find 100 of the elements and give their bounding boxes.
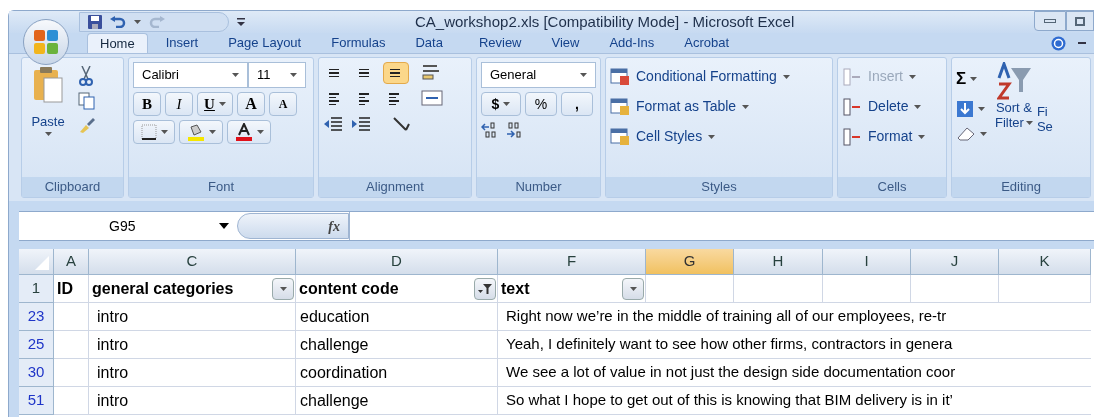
caret-icon [256, 130, 264, 134]
group-label: Cells [877, 178, 907, 197]
table-cell: So what I hope to get out of this is knowing that BIM delivery is in it’ [498, 387, 1091, 415]
font-name-field[interactable]: Calibri [133, 62, 248, 88]
caret-icon [580, 73, 587, 77]
caret-icon [218, 102, 226, 106]
sort-funnel-icon [996, 62, 1031, 100]
row-header[interactable]: 25 [19, 331, 54, 359]
caret-icon [708, 134, 716, 139]
styles-menu-button[interactable]: Format as Table [610, 96, 790, 117]
column-header[interactable]: J [911, 249, 999, 275]
table-icon [610, 67, 630, 86]
customize-icon[interactable] [237, 17, 245, 27]
borders-button[interactable] [133, 120, 175, 144]
row-header[interactable]: 30 [19, 359, 54, 387]
scissors-icon[interactable] [78, 66, 94, 86]
font-size-field[interactable]: 11 [248, 62, 306, 88]
table-cell: intro [89, 359, 296, 387]
group-label: Alignment [366, 178, 424, 197]
help-icon[interactable] [1051, 35, 1066, 51]
border-icon [140, 124, 157, 140]
insert-function-button[interactable]: fx [328, 215, 340, 237]
row-header[interactable]: 23 [19, 303, 54, 331]
cells-menu-button[interactable]: Delete [842, 96, 926, 117]
clipboard-icon [32, 66, 64, 104]
group-label: Number [515, 178, 562, 197]
ribbon-tab[interactable]: View [539, 33, 592, 53]
ribbon-tab[interactable]: Add-Ins [597, 33, 667, 53]
funnel-icon [478, 282, 492, 295]
font-color-button[interactable] [227, 120, 271, 144]
italic-button[interactable]: I [165, 92, 193, 116]
font-color-icon [234, 123, 253, 141]
shrink-font-button[interactable]: A [269, 92, 297, 116]
column-header[interactable]: F [498, 249, 646, 275]
fill-color-button[interactable] [179, 120, 223, 144]
bold-button[interactable]: B [133, 92, 161, 116]
ribbon-tab[interactable]: Data [403, 33, 455, 53]
styles-menu-button[interactable]: Conditional Formatting [610, 66, 790, 87]
ribbon-tab[interactable]: Home [87, 33, 148, 53]
increase-indent-icon[interactable] [351, 114, 371, 134]
comma-button[interactable]: , [561, 92, 593, 116]
ribbon-tab[interactable]: Acrobat [672, 33, 742, 53]
window-title: CA_workshop2.xls [Compatibility Mode] - Microsoft Excel [415, 11, 795, 32]
sort-filter-button[interactable]: Sort & Filter [995, 62, 1033, 177]
wrap-text-icon[interactable] [421, 62, 441, 82]
caret-icon [503, 102, 511, 106]
table-cell [54, 387, 89, 415]
eraser-icon[interactable] [956, 125, 976, 142]
undo-icon[interactable] [110, 16, 126, 28]
percent-button[interactable]: % [525, 92, 557, 116]
filter-button[interactable] [474, 277, 496, 300]
restore-button[interactable] [1066, 11, 1094, 31]
name-box[interactable]: G95 [19, 212, 237, 240]
minimize-button[interactable] [1034, 11, 1066, 31]
caret-icon [742, 104, 750, 109]
paint-bucket-icon [186, 123, 205, 141]
brush-icon[interactable] [78, 116, 96, 134]
row-header[interactable]: 1 [19, 275, 54, 303]
table-cell: intro [89, 387, 296, 415]
column-header[interactable]: I [823, 249, 911, 275]
ribbon-tab[interactable]: Page Layout [216, 33, 314, 53]
table-cell: We see a lot of value in not just the design side documentation coor [498, 359, 1091, 387]
copy-icon[interactable] [78, 92, 96, 110]
group-label: Editing [1001, 178, 1041, 197]
currency-button[interactable]: $ [481, 92, 521, 116]
table-cell: challenge [296, 387, 498, 415]
grow-font-button[interactable]: A [237, 92, 265, 116]
caret-icon [208, 130, 216, 134]
ribbon-tab[interactable]: Review [466, 33, 534, 53]
column-header[interactable]: A [54, 249, 89, 275]
paste-button[interactable]: Paste [26, 62, 70, 177]
column-header[interactable]: K [999, 249, 1091, 275]
decrease-indent-icon[interactable] [323, 114, 343, 134]
column-header[interactable]: H [734, 249, 823, 275]
fill-down-icon[interactable] [956, 99, 974, 118]
cells-menu-button[interactable]: Format [842, 126, 926, 147]
column-title: content code [299, 278, 399, 299]
underline-button[interactable]: U [197, 92, 233, 116]
column-header[interactable]: C [89, 249, 296, 275]
ribbon-tab[interactable]: Formulas [319, 33, 398, 53]
merge-icon[interactable] [421, 88, 445, 108]
logo-icon [32, 28, 60, 56]
find-select-button[interactable]: Fi Se [1036, 62, 1053, 177]
dropdown-icon [629, 286, 637, 291]
save-icon[interactable] [88, 15, 102, 29]
align-button[interactable] [383, 62, 409, 84]
autosum-button[interactable]: Σ [956, 66, 967, 92]
column-header[interactable]: G [646, 249, 734, 275]
row-header[interactable]: 51 [19, 387, 54, 415]
table-cell: intro [89, 331, 296, 359]
caret-icon [290, 73, 297, 77]
column-header[interactable]: D [296, 249, 498, 275]
styles-menu-button[interactable]: Cell Styles [610, 126, 790, 147]
dropdown-icon [279, 286, 287, 291]
ribbon-tab[interactable]: Insert [153, 33, 211, 53]
caret-icon [918, 134, 926, 139]
column-title: text [501, 278, 530, 299]
table-cell: coordination [296, 359, 498, 387]
number-format-field[interactable]: General [481, 62, 596, 88]
rows-icon [842, 127, 862, 146]
